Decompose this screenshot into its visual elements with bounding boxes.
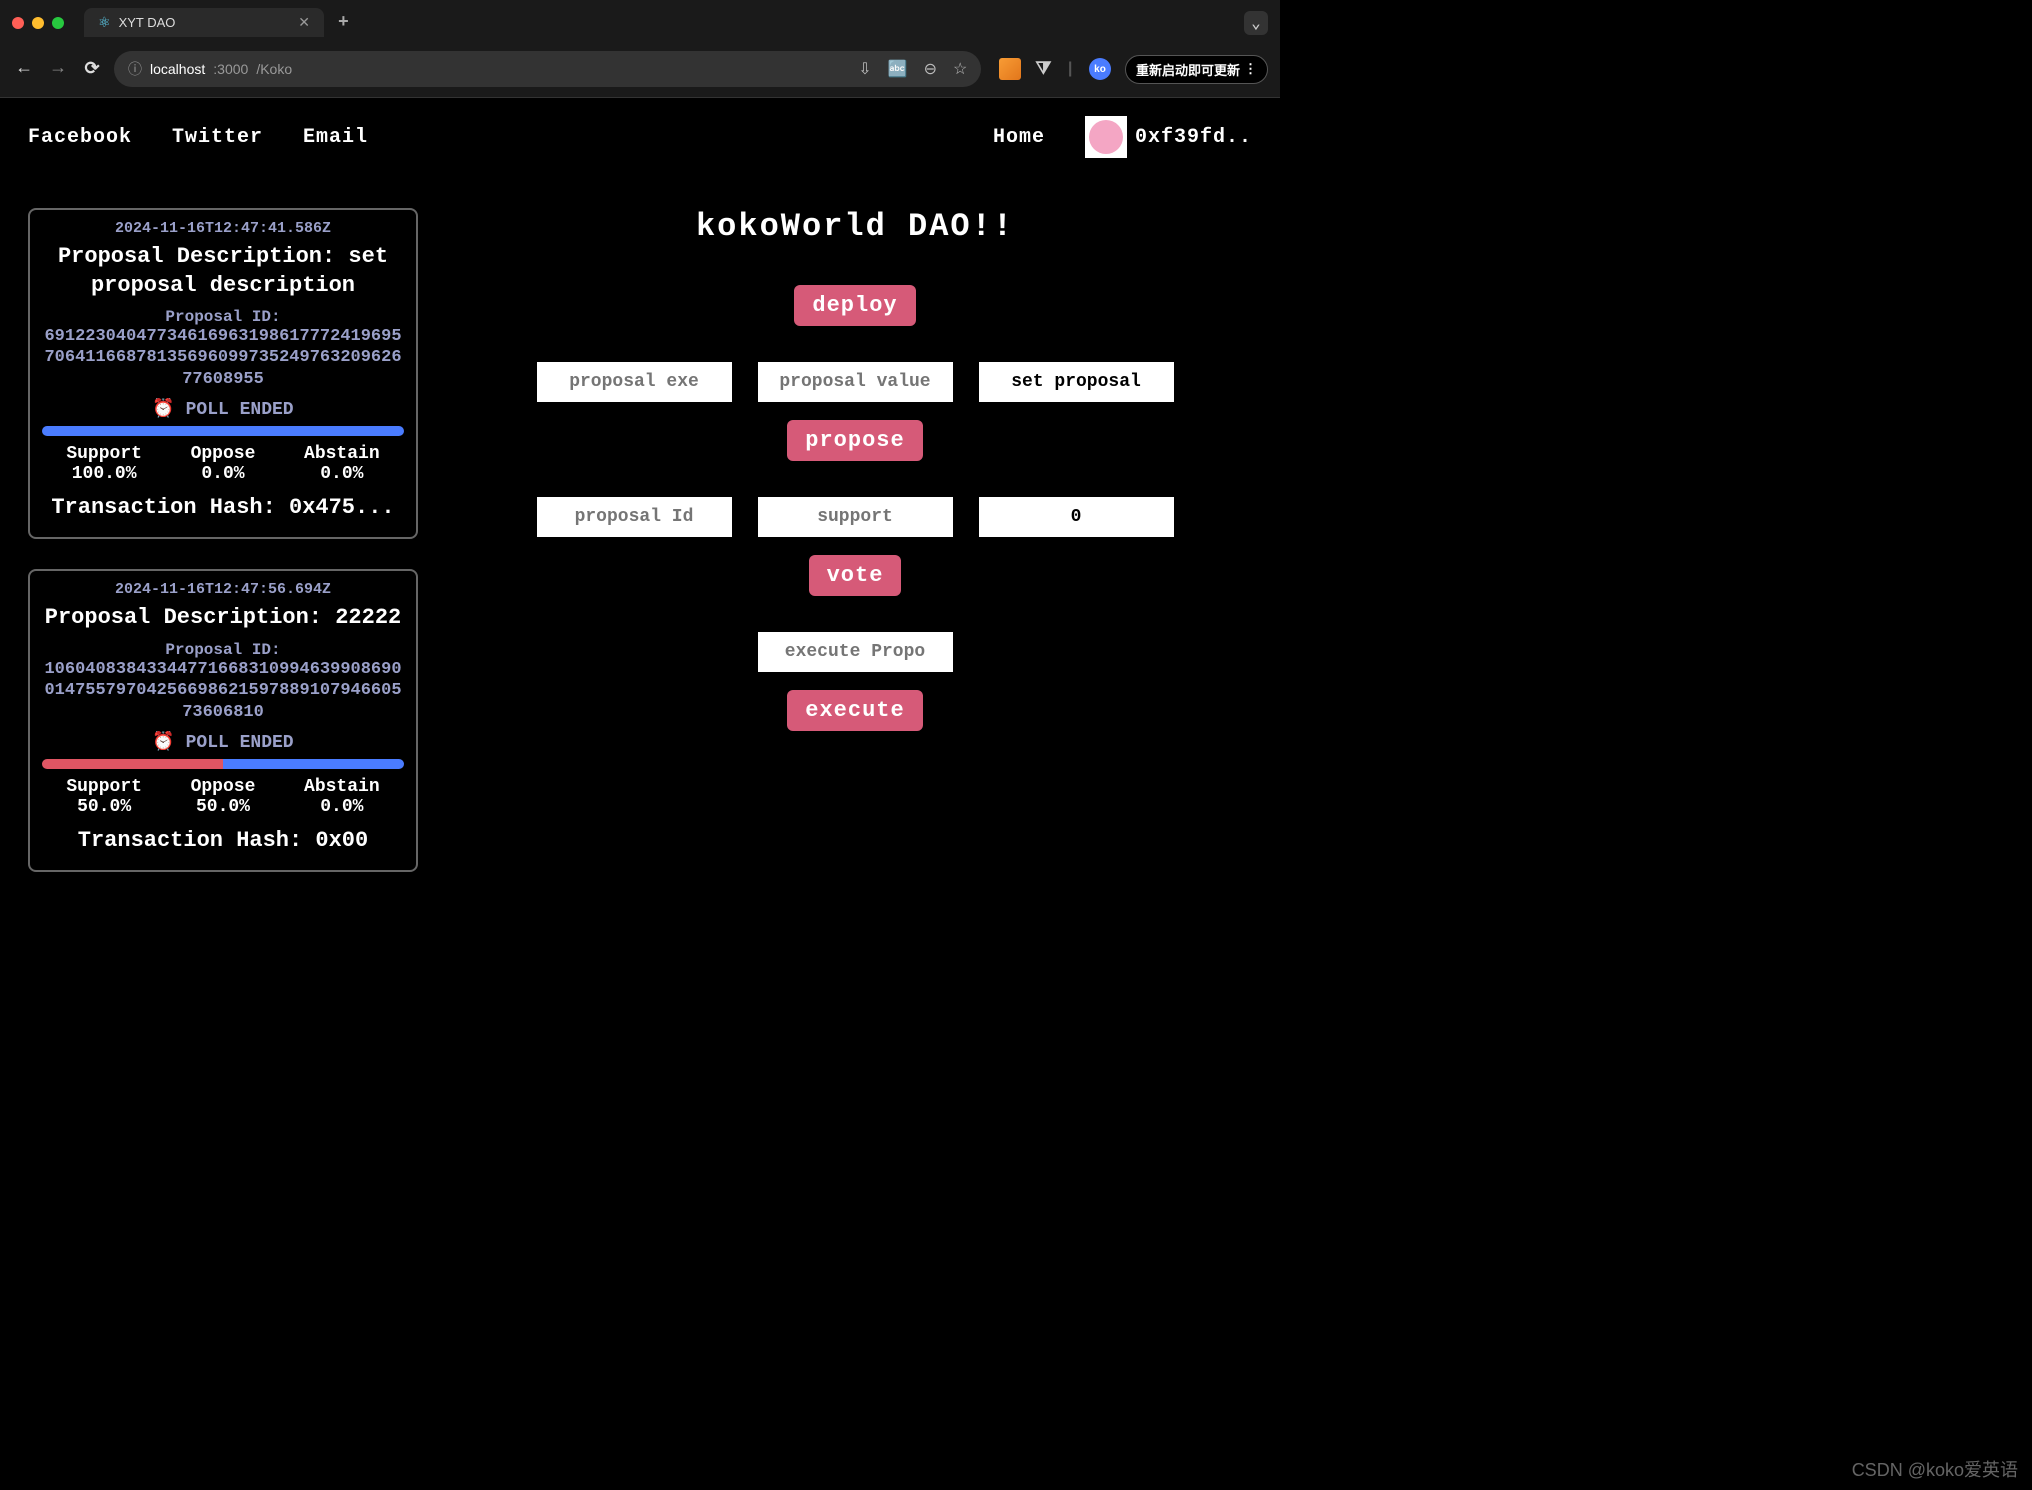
abstain-value: 0.0% <box>304 797 380 817</box>
oppose-value: 0.0% <box>191 464 256 484</box>
minimize-window-button[interactable] <box>32 17 44 29</box>
deploy-section: deploy <box>458 285 1252 326</box>
proposal-card: 2024-11-16T12:47:41.586Z Proposal Descri… <box>28 208 418 539</box>
info-icon: ⓘ <box>128 59 142 79</box>
nav-twitter[interactable]: Twitter <box>172 126 263 149</box>
bookmark-icon[interactable]: ☆ <box>953 59 967 79</box>
execute-proposal-input[interactable] <box>758 632 953 672</box>
close-window-button[interactable] <box>12 17 24 29</box>
proposal-id: 6912230404773461696319861777241969570641… <box>42 326 404 390</box>
support-label: Support <box>66 777 142 797</box>
transaction-hash: Transaction Hash: 0x475... <box>42 494 404 522</box>
tabs-dropdown-button[interactable]: ⌄ <box>1244 11 1268 35</box>
reload-button[interactable]: ⟳ <box>80 58 104 80</box>
zoom-icon[interactable]: ⊖ <box>924 59 937 79</box>
proposal-exe-input[interactable] <box>537 362 732 402</box>
proposal-id-label: Proposal ID: <box>42 308 404 326</box>
vote-stats: Support100.0% Oppose0.0% Abstain0.0% <box>42 444 404 484</box>
vote-bar <box>42 759 404 769</box>
main-panel: kokoWorld DAO!! deploy propose vote <box>458 208 1252 872</box>
propose-section: propose <box>458 362 1252 461</box>
window-controls <box>12 17 64 29</box>
support-value: 100.0% <box>66 464 142 484</box>
nav-email[interactable]: Email <box>303 126 368 149</box>
profile-avatar[interactable]: ko <box>1089 58 1111 80</box>
top-nav: Facebook Twitter Email Home 0xf39fd.. <box>28 116 1252 158</box>
nav-home[interactable]: Home <box>993 126 1045 149</box>
support-value: 50.0% <box>66 797 142 817</box>
poll-status: ⏰ POLL ENDED <box>42 731 404 753</box>
proposal-id: 1060408384334477166831099463990869001475… <box>42 659 404 723</box>
browser-tab[interactable]: ⚛ XYT DAO ✕ <box>84 8 324 37</box>
abstain-value: 0.0% <box>304 464 380 484</box>
url-host: localhost <box>150 61 205 77</box>
proposal-description: Proposal Description: 22222 <box>42 604 404 633</box>
url-path: /Koko <box>256 61 292 77</box>
propose-button[interactable]: propose <box>787 420 922 461</box>
vote-bar-oppose <box>42 426 404 436</box>
url-input[interactable]: ⓘ localhost :3000/Koko ⇩ 🔤 ⊖ ☆ <box>114 51 981 87</box>
proposal-desc-input[interactable] <box>979 362 1174 402</box>
abstain-label: Abstain <box>304 444 380 464</box>
divider: | <box>1065 60 1075 78</box>
vote-amount-input[interactable] <box>979 497 1174 537</box>
tab-title: XYT DAO <box>119 15 176 30</box>
proposals-sidebar: 2024-11-16T12:47:41.586Z Proposal Descri… <box>28 208 418 872</box>
address-bar-row: ← → ⟳ ⓘ localhost :3000/Koko ⇩ 🔤 ⊖ ☆ ⧩ | … <box>0 45 1280 97</box>
execute-button[interactable]: execute <box>787 690 922 731</box>
vote-bar-oppose <box>223 759 404 769</box>
oppose-label: Oppose <box>191 777 256 797</box>
proposal-id-label: Proposal ID: <box>42 641 404 659</box>
proposal-card: 2024-11-16T12:47:56.694Z Proposal Descri… <box>28 569 418 872</box>
execute-section: execute <box>458 632 1252 731</box>
proposal-timestamp: 2024-11-16T12:47:56.694Z <box>42 581 404 598</box>
page-title: kokoWorld DAO!! <box>458 208 1252 245</box>
vote-support-input[interactable] <box>758 497 953 537</box>
vote-section: vote <box>458 497 1252 596</box>
install-icon[interactable]: ⇩ <box>858 59 871 79</box>
kirby-avatar <box>1085 116 1127 158</box>
metamask-icon[interactable] <box>999 58 1021 80</box>
watermark: CSDN @koko爱英语 <box>1852 1456 2018 1482</box>
close-tab-icon[interactable]: ✕ <box>298 14 310 31</box>
proposal-timestamp: 2024-11-16T12:47:41.586Z <box>42 220 404 237</box>
transaction-hash: Transaction Hash: 0x00 <box>42 827 404 855</box>
oppose-label: Oppose <box>191 444 256 464</box>
back-button[interactable]: ← <box>12 59 36 79</box>
extensions-icon[interactable]: ⧩ <box>1035 59 1051 80</box>
abstain-label: Abstain <box>304 777 380 797</box>
translate-icon[interactable]: 🔤 <box>888 59 908 79</box>
vote-button[interactable]: vote <box>809 555 902 596</box>
clock-icon: ⏰ <box>152 733 174 753</box>
vote-bar-support <box>42 759 223 769</box>
vote-bar <box>42 426 404 436</box>
proposal-description: Proposal Description: set proposal descr… <box>42 243 404 300</box>
react-icon: ⚛ <box>98 14 111 31</box>
forward-button[interactable]: → <box>46 59 70 79</box>
app-root: Facebook Twitter Email Home 0xf39fd.. 20… <box>0 98 1280 890</box>
browser-chrome: ⚛ XYT DAO ✕ + ⌄ ← → ⟳ ⓘ localhost :3000/K… <box>0 0 1280 98</box>
tab-bar: ⚛ XYT DAO ✕ + ⌄ <box>0 0 1280 45</box>
new-tab-button[interactable]: + <box>338 13 349 33</box>
deploy-button[interactable]: deploy <box>794 285 915 326</box>
vote-stats: Support50.0% Oppose50.0% Abstain0.0% <box>42 777 404 817</box>
update-button[interactable]: 重新启动即可更新 ⋮ <box>1125 55 1268 84</box>
wallet-display[interactable]: 0xf39fd.. <box>1085 116 1252 158</box>
clock-icon: ⏰ <box>152 400 174 420</box>
oppose-value: 50.0% <box>191 797 256 817</box>
menu-icon: ⋮ <box>1244 61 1257 77</box>
support-label: Support <box>66 444 142 464</box>
vote-proposal-id-input[interactable] <box>537 497 732 537</box>
nav-facebook[interactable]: Facebook <box>28 126 132 149</box>
poll-status: ⏰ POLL ENDED <box>42 398 404 420</box>
wallet-address: 0xf39fd.. <box>1135 126 1252 149</box>
extension-icons: ⧩ | ko 重新启动即可更新 ⋮ <box>999 55 1268 84</box>
maximize-window-button[interactable] <box>52 17 64 29</box>
url-port: :3000 <box>213 61 248 77</box>
proposal-value-input[interactable] <box>758 362 953 402</box>
